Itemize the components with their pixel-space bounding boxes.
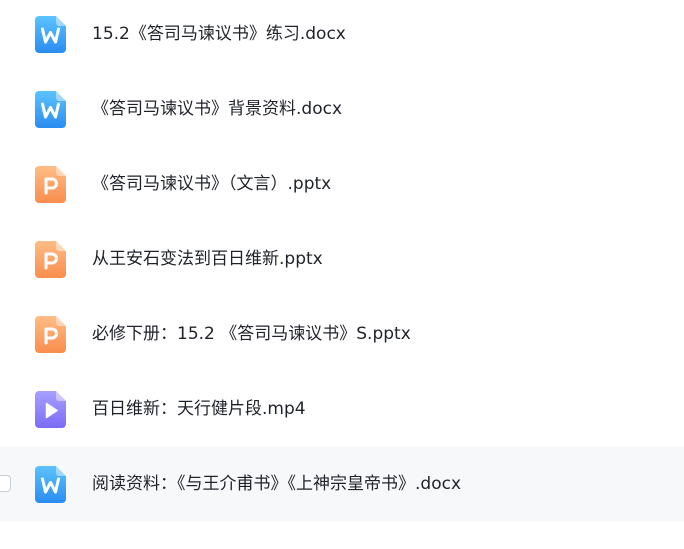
file-name[interactable]: 15.2《答司马谏议书》练习.docx bbox=[92, 22, 346, 46]
file-row[interactable]: 《答司马谏议书》背景资料.docx bbox=[0, 72, 684, 146]
file-row[interactable]: 百日维新：天行健片段.mp4 bbox=[0, 372, 684, 446]
file-name[interactable]: 《答司马谏议书》背景资料.docx bbox=[92, 97, 342, 121]
file-row[interactable]: 阅读资料：《与王介甫书》《上神宗皇帝书》.docx bbox=[0, 447, 684, 521]
file-name[interactable]: 从王安石变法到百日维新.pptx bbox=[92, 247, 323, 271]
ppt-doc-icon bbox=[35, 166, 66, 203]
word-doc-icon bbox=[35, 466, 66, 503]
ppt-doc-icon bbox=[35, 316, 66, 353]
file-name[interactable]: 必修下册：15.2 《答司马谏议书》S.pptx bbox=[92, 322, 411, 346]
file-list: 15.2《答司马谏议书》练习.docx 《答司马谏议书》背景资料.docx 《答… bbox=[0, 0, 684, 549]
word-doc-icon bbox=[35, 91, 66, 128]
video-file-icon bbox=[35, 391, 66, 428]
file-name[interactable]: 《答司马谏议书》（文言）.pptx bbox=[92, 172, 331, 196]
word-doc-icon bbox=[35, 16, 66, 53]
row-checkbox[interactable] bbox=[0, 475, 11, 492]
file-row[interactable]: 《答司马谏议书》（文言）.pptx bbox=[0, 147, 684, 221]
file-name[interactable]: 阅读资料：《与王介甫书》《上神宗皇帝书》.docx bbox=[92, 472, 461, 496]
file-row[interactable]: 从王安石变法到百日维新.pptx bbox=[0, 222, 684, 296]
file-name[interactable]: 百日维新：天行健片段.mp4 bbox=[92, 397, 306, 421]
ppt-doc-icon bbox=[35, 241, 66, 278]
file-row[interactable]: 必修下册：15.2 《答司马谏议书》S.pptx bbox=[0, 297, 684, 371]
file-row[interactable]: 15.2《答司马谏议书》练习.docx bbox=[0, 0, 684, 72]
